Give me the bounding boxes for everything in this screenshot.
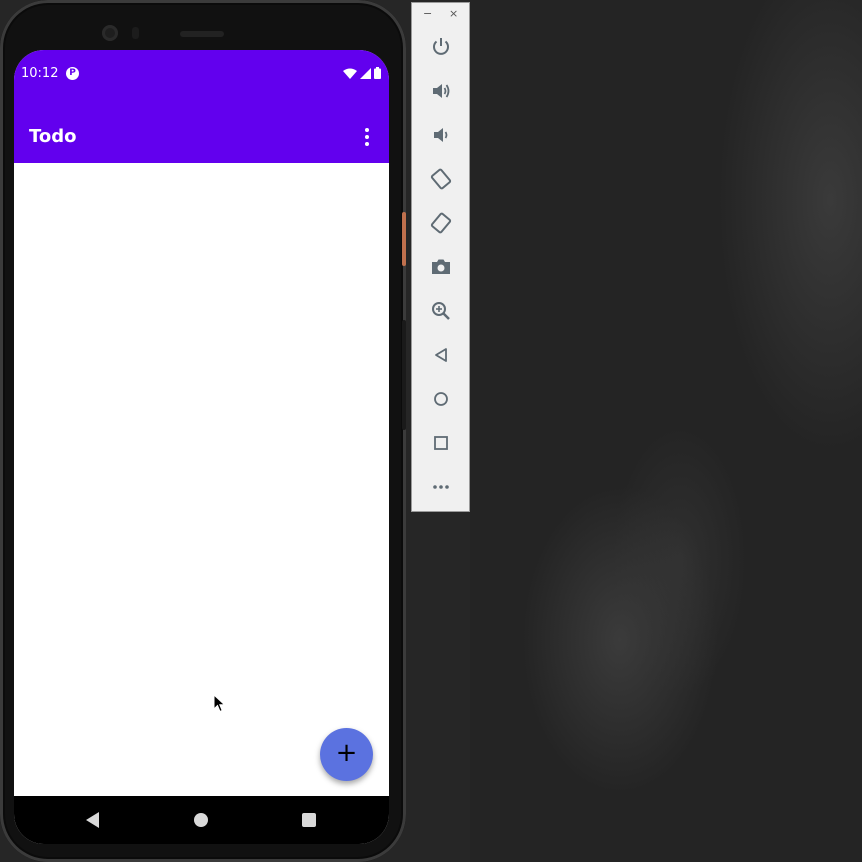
earpiece xyxy=(180,31,224,37)
volume-down-icon[interactable] xyxy=(427,121,455,149)
app-bar: 10:12 P Todo xyxy=(14,50,389,163)
mouse-cursor-icon xyxy=(213,694,226,713)
power-key[interactable] xyxy=(402,212,406,266)
status-time: 10:12 xyxy=(21,66,59,81)
device-frame: 10:12 P Todo + xyxy=(0,0,406,862)
camera-icon[interactable] xyxy=(427,253,455,281)
emulator-toolbar: − × xyxy=(411,2,470,512)
system-nav-bar xyxy=(14,796,389,844)
cell-signal-icon xyxy=(360,67,371,79)
home-icon[interactable] xyxy=(427,385,455,413)
rotate-left-icon[interactable] xyxy=(427,165,455,193)
close-button[interactable]: × xyxy=(449,7,458,21)
app-title: Todo xyxy=(29,126,77,147)
nav-recents-icon[interactable] xyxy=(302,813,316,827)
proximity-sensor xyxy=(132,27,139,39)
nav-home-icon[interactable] xyxy=(194,813,208,827)
volume-up-icon[interactable] xyxy=(427,77,455,105)
more-vert-icon[interactable] xyxy=(359,128,375,146)
notification-app-icon: P xyxy=(66,67,79,80)
nav-back-icon[interactable] xyxy=(86,812,99,828)
rotate-right-icon[interactable] xyxy=(427,209,455,237)
volume-key[interactable] xyxy=(402,320,406,430)
desktop-background xyxy=(470,0,862,862)
power-icon[interactable] xyxy=(427,33,455,61)
more-icon[interactable] xyxy=(427,473,455,501)
add-todo-button[interactable]: + xyxy=(320,728,373,781)
status-indicators xyxy=(343,67,381,79)
front-camera xyxy=(102,25,118,41)
back-icon[interactable] xyxy=(427,341,455,369)
minimize-button[interactable]: − xyxy=(423,7,432,21)
overview-icon[interactable] xyxy=(427,429,455,457)
device-screen: 10:12 P Todo + xyxy=(14,50,389,844)
wifi-icon xyxy=(343,68,357,79)
todo-list-area xyxy=(14,163,389,796)
battery-icon xyxy=(374,67,381,79)
zoom-icon[interactable] xyxy=(427,297,455,325)
